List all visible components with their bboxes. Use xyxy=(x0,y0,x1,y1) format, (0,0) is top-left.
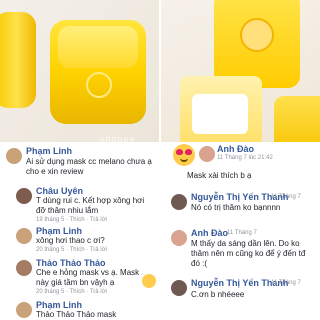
comment-text: Ai sử dụng mask cc melano chưa ạ cho e x… xyxy=(26,157,152,176)
product-photo-left: shopee xyxy=(0,0,160,150)
avatar[interactable] xyxy=(6,148,22,164)
jar-lid xyxy=(58,26,138,68)
avatar[interactable] xyxy=(199,146,215,162)
reply: Nguyễn Thị Yến Thanh 11 Tháng 7 C.ơn b n… xyxy=(161,276,320,306)
jar-logo xyxy=(240,18,274,52)
comments-panel-left: Phạm Linh Ai sử dụng mask cc melano chưa… xyxy=(0,142,159,320)
product-photo-right xyxy=(160,0,320,150)
comment-author[interactable]: Anh Đào xyxy=(217,144,254,154)
mask-jar xyxy=(0,12,36,108)
comment-meta[interactable]: 11 Tháng 7 xyxy=(271,194,301,200)
comment-author[interactable]: Phạm Linh xyxy=(36,300,82,310)
comments-panel-right: Anh Đào 11 Tháng 7 lúc 21:42 Mask xài th… xyxy=(161,142,320,320)
comment-author[interactable]: Anh Đào xyxy=(191,228,228,238)
comment-author[interactable]: Thảo Thảo Thảo xyxy=(36,258,106,268)
avatar[interactable] xyxy=(171,230,187,246)
avatar[interactable] xyxy=(171,280,187,296)
comment-meta[interactable]: 20 tháng 5 · Thích · Trả lời xyxy=(36,289,107,295)
comment-meta[interactable]: 11 Tháng 7 lúc 21:42 xyxy=(217,155,273,161)
reply: Phạm Linh Thảo Thảo Thảo mask xyxy=(0,300,159,320)
reply: Châu Uyên T dùng rui c. Kết hợp xông hơi… xyxy=(0,186,159,223)
comment: Anh Đào 11 Tháng 7 lúc 21:42 Mask xài th… xyxy=(161,142,320,182)
comment-meta[interactable]: 11 Tháng 7 xyxy=(271,280,301,286)
comment-text: T dùng rui c. Kết hợp xông hơi đỡ thâm n… xyxy=(36,196,145,215)
comment-text: xông hơi thao c ơi? xyxy=(36,236,105,245)
mask-jar xyxy=(50,20,146,124)
heart-eyes-sticker xyxy=(173,144,195,166)
avatar[interactable] xyxy=(171,194,187,210)
reply: Nguyễn Thị Yến Thanh 11 Tháng 7 Nó có tr… xyxy=(161,190,320,220)
comment-author[interactable]: Châu Uyên xyxy=(36,186,83,196)
reply: Thảo Thảo Thảo Che e hỏng mask vs ạ. Mas… xyxy=(0,258,159,298)
mask-jar-open xyxy=(180,76,262,146)
comment-meta[interactable]: 11 Tháng 7 xyxy=(227,230,257,236)
comment-text: Thảo Thảo Thảo mask xyxy=(36,310,117,319)
comment-meta[interactable]: 20 tháng 5 · Thích · Trả lời xyxy=(36,247,107,253)
comment-author[interactable]: Phạm Linh xyxy=(36,226,82,236)
comment-text: M thấy da sáng dần lên. Do ko thâm nên m… xyxy=(191,239,306,268)
comment-author[interactable]: Phạm Linh xyxy=(26,146,72,156)
avatar[interactable] xyxy=(16,188,32,204)
emoji-sticker xyxy=(142,274,156,288)
mask-jar xyxy=(214,0,300,88)
comment-meta[interactable]: 19 tháng 5 · Thích · Trả lời xyxy=(36,217,107,223)
reply: Phạm Linh xông hơi thao c ơi? 20 tháng 5… xyxy=(0,226,159,254)
comment-text: Nó có trị thâm ko bạnnnn xyxy=(191,203,281,212)
avatar[interactable] xyxy=(16,302,32,318)
jar-logo xyxy=(86,72,112,98)
comment-text: Mask xài thích b ạ xyxy=(187,171,252,180)
mask-cream xyxy=(192,94,248,134)
reply: Anh Đào 11 Tháng 7 M thấy da sáng dần lê… xyxy=(161,226,320,272)
comment: Phạm Linh Ai sử dụng mask cc melano chưa… xyxy=(0,142,159,184)
comment-text: Che e hỏng mask vs ạ. Mask này giá tầm b… xyxy=(36,268,140,287)
avatar[interactable] xyxy=(16,260,32,276)
comment-text: C.ơn b nhéeee xyxy=(191,290,245,299)
avatar[interactable] xyxy=(16,228,32,244)
